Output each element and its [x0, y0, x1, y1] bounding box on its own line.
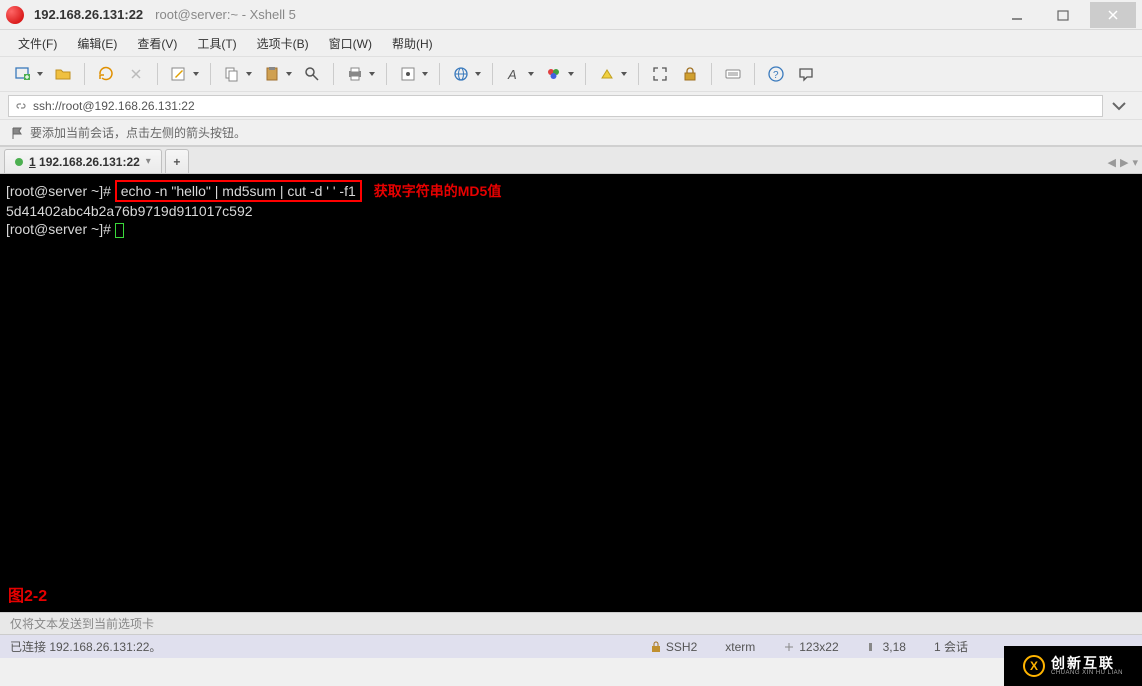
speech-icon[interactable]: [794, 62, 818, 86]
tab-session-1[interactable]: 1 1 192.168.26.131:22192.168.26.131:22 ▾: [4, 149, 162, 173]
tab-nav: ◀ ▶ ▾: [1108, 156, 1138, 173]
menu-file[interactable]: 文件(F): [8, 33, 67, 54]
cursor-pos-icon: [867, 641, 879, 653]
cursor-icon: [115, 223, 124, 238]
svg-text:A: A: [507, 67, 517, 82]
status-proto: SSH2: [650, 640, 697, 654]
address-bar: ssh://root@192.168.26.131:22: [0, 92, 1142, 120]
copy-icon[interactable]: [220, 62, 244, 86]
status-sessions: 1 会话: [934, 638, 968, 655]
figure-label: 图2-2: [8, 582, 47, 606]
status-bar: 已连接 192.168.26.131:22。 SSH2 xterm 123x22…: [0, 634, 1142, 658]
terminal[interactable]: [root@server ~]# echo -n "hello" | md5su…: [0, 174, 1142, 612]
watermark-zh: 创新互联: [1051, 656, 1123, 670]
output: 5d41402abc4b2a76b9719d911017c592: [6, 202, 1136, 220]
address-input[interactable]: ssh://root@192.168.26.131:22: [8, 95, 1103, 117]
watermark: X 创新互联 CHUANG XIN HU LIAN: [1004, 646, 1142, 686]
reconnect-icon[interactable]: [94, 62, 118, 86]
hint-text: 要添加当前会话，点击左侧的箭头按钮。: [30, 124, 246, 141]
status-dot-icon: [15, 158, 23, 166]
hint-bar: 要添加当前会话，点击左侧的箭头按钮。: [0, 120, 1142, 146]
status-pos: 3,18: [867, 640, 906, 654]
flag-icon: [10, 126, 24, 140]
address-url: ssh://root@192.168.26.131:22: [33, 99, 195, 113]
status-termtype: xterm: [725, 640, 755, 654]
disconnect-icon[interactable]: [124, 62, 148, 86]
font-icon[interactable]: A: [502, 62, 526, 86]
send-hint: 仅将文本发送到当前选项卡: [0, 612, 1142, 634]
tab-prev-icon[interactable]: ◀: [1108, 156, 1116, 169]
compose-icon[interactable]: [167, 62, 191, 86]
tab-dropdown-icon[interactable]: ▾: [146, 156, 151, 167]
search-icon[interactable]: [300, 62, 324, 86]
menu-window[interactable]: 窗口(W): [319, 33, 382, 54]
tab-next-icon[interactable]: ▶: [1120, 156, 1128, 169]
keymap-icon[interactable]: [721, 62, 745, 86]
tab-bar: 1 1 192.168.26.131:22192.168.26.131:22 ▾…: [0, 146, 1142, 174]
lock-small-icon: [650, 641, 662, 653]
maximize-button[interactable]: [1040, 2, 1086, 28]
window-controls: [994, 2, 1136, 28]
title-session: root@server:~ - Xshell 5: [155, 7, 296, 22]
prompt: [root@server ~]#: [6, 183, 115, 199]
minimize-button[interactable]: [994, 2, 1040, 28]
menu-tools[interactable]: 工具(T): [187, 33, 246, 54]
status-size: 123x22: [783, 640, 838, 654]
tab-add-button[interactable]: +: [165, 149, 189, 173]
title-address: 192.168.26.131:22: [34, 7, 143, 22]
print-icon[interactable]: [343, 62, 367, 86]
tab-label: 1 1 192.168.26.131:22192.168.26.131:22: [29, 155, 140, 169]
help-icon[interactable]: ?: [764, 62, 788, 86]
svg-text:?: ?: [773, 70, 779, 81]
watermark-en: CHUANG XIN HU LIAN: [1051, 670, 1123, 676]
lock-icon[interactable]: [678, 62, 702, 86]
fullscreen-icon[interactable]: [648, 62, 672, 86]
color-icon[interactable]: [542, 62, 566, 86]
menu-edit[interactable]: 编辑(E): [67, 33, 127, 54]
new-session-icon[interactable]: [11, 62, 35, 86]
prompt: [root@server ~]#: [6, 221, 115, 237]
menu-bar: 文件(F) 编辑(E) 查看(V) 工具(T) 选项卡(B) 窗口(W) 帮助(…: [0, 30, 1142, 56]
highlight-icon[interactable]: [595, 62, 619, 86]
xshell-icon: [6, 6, 24, 24]
close-button[interactable]: [1090, 2, 1136, 28]
command-highlight: echo -n "hello" | md5sum | cut -d ' ' -f…: [115, 180, 362, 202]
title-bar: 192.168.26.131:22 root@server:~ - Xshell…: [0, 0, 1142, 30]
address-dropdown-icon[interactable]: [1107, 94, 1131, 118]
toolbar: A ?: [0, 56, 1142, 92]
menu-view[interactable]: 查看(V): [127, 33, 187, 54]
menu-help[interactable]: 帮助(H): [382, 33, 443, 54]
status-connection: 已连接 192.168.26.131:22。: [10, 638, 636, 655]
open-icon[interactable]: [51, 62, 75, 86]
link-icon: [15, 100, 27, 112]
annotation: 获取字符串的MD5值: [374, 183, 502, 199]
web-icon[interactable]: [449, 62, 473, 86]
menu-tabs[interactable]: 选项卡(B): [247, 33, 319, 54]
tab-list-icon[interactable]: ▾: [1132, 156, 1138, 169]
properties-icon[interactable]: [396, 62, 420, 86]
paste-icon[interactable]: [260, 62, 284, 86]
resize-icon: [783, 641, 795, 653]
watermark-icon: X: [1023, 655, 1045, 677]
